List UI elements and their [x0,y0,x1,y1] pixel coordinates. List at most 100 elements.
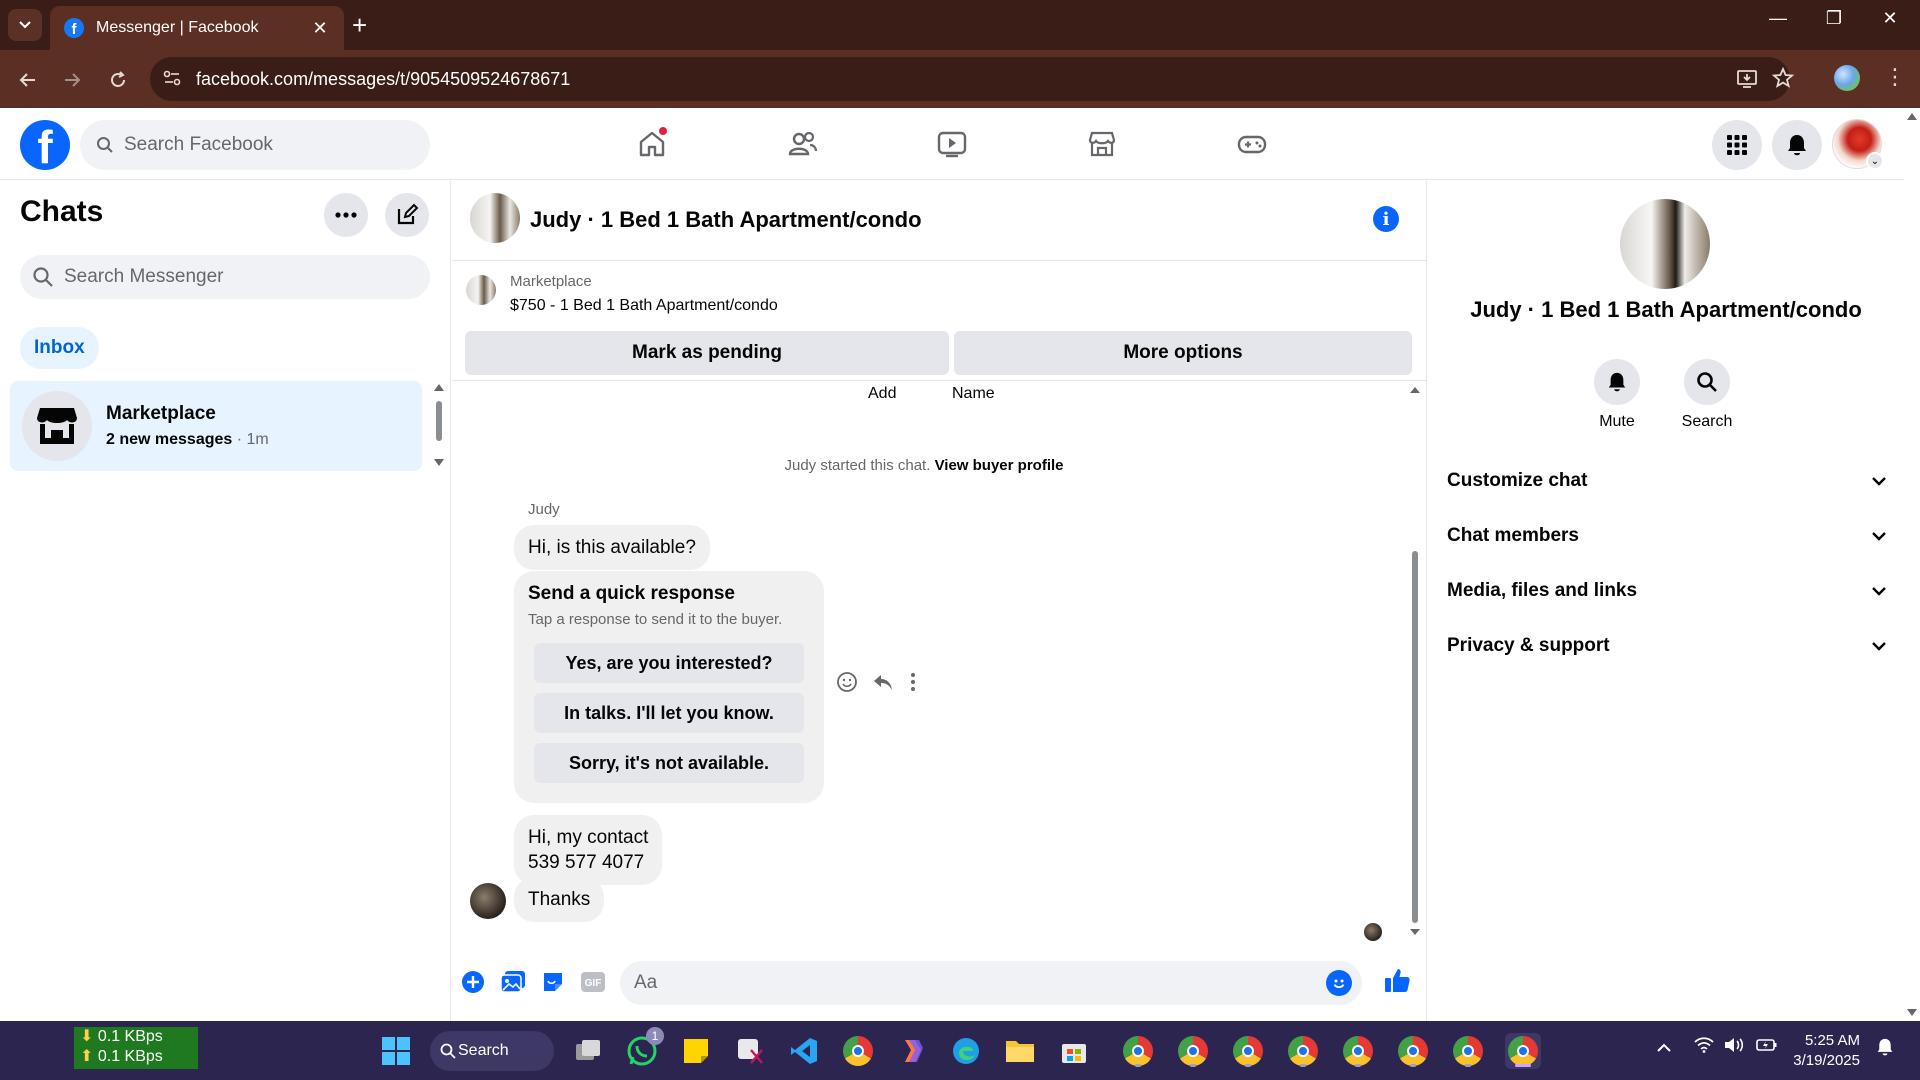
file-explorer-icon[interactable] [1002,1033,1038,1069]
chrome-window-icon[interactable] [1395,1033,1431,1069]
browser-menu-icon[interactable]: ⋮ [1884,64,1906,90]
facebook-logo-icon[interactable]: f [20,120,70,170]
thread-scrollbar[interactable] [1408,381,1422,941]
marketplace-listing-bar: Marketplace $750 - 1 Bed 1 Bath Apartmen… [452,261,1426,381]
nav-gaming[interactable] [1232,124,1272,164]
quick-response-in-talks-button[interactable]: In talks. I'll let you know. [534,693,804,733]
notifications-button[interactable] [1772,120,1822,170]
search-in-chat-button[interactable]: Search [1667,359,1747,431]
page-scrollbar[interactable] [1904,108,1920,1021]
message-bubble[interactable]: Hi, is this available? [514,525,710,570]
mark-as-pending-button[interactable]: Mark as pending [465,331,949,375]
conversation-panel: Judy · 1 Bed 1 Bath Apartment/condo i Ma… [452,181,1426,1021]
task-view-icon[interactable] [570,1033,606,1069]
forward-button[interactable] [56,64,88,96]
sticky-notes-icon[interactable] [678,1033,714,1069]
more-vertical-icon[interactable] [908,671,918,693]
browser-tab-messenger[interactable]: f Messenger | Facebook ✕ [50,6,344,50]
chrome-icon[interactable] [840,1033,876,1069]
whatsapp-icon[interactable]: 1 [624,1027,664,1069]
chrome-window-icon[interactable] [1230,1033,1266,1069]
snipping-tool-icon[interactable] [732,1033,768,1069]
emoji-icon[interactable] [1326,970,1352,996]
conversation-title[interactable]: Judy · 1 Bed 1 Bath Apartment/condo [530,207,922,233]
sticker-button[interactable] [540,969,566,995]
chrome-window-icon[interactable] [1340,1033,1376,1069]
running-indicator [1355,1064,1361,1067]
chrome-active-window-icon[interactable] [1505,1033,1541,1069]
info-icon[interactable]: i [1373,206,1399,232]
quick-response-subtitle: Tap a response to send it to the buyer. [528,611,783,628]
media-files-links-section[interactable]: Media, files and links [1447,571,1887,611]
facebook-search-input[interactable]: Search Facebook [80,120,430,170]
nav-video[interactable] [932,124,972,164]
message-input-field[interactable] [620,961,1362,1005]
nav-marketplace[interactable] [1082,124,1122,164]
message-input[interactable] [620,961,1300,1005]
install-app-icon[interactable] [1736,67,1758,95]
back-button[interactable] [12,64,44,96]
react-emoji-icon[interactable] [836,671,858,693]
bookmark-star-icon[interactable] [1771,66,1795,95]
chats-options-button[interactable] [324,193,368,237]
chrome-window-icon[interactable] [1175,1033,1211,1069]
show-hidden-icons[interactable] [1656,1037,1672,1058]
customize-chat-section[interactable]: Customize chat [1447,461,1887,501]
browser-profile-avatar[interactable] [1834,65,1860,91]
tab-close-icon[interactable]: ✕ [310,18,330,39]
listing-price-title[interactable]: $750 - 1 Bed 1 Bath Apartment/condo [510,297,778,315]
message-bubble[interactable]: Thanks [514,877,605,922]
chat-started-text: Judy started this chat. [784,457,935,474]
microsoft-store-icon[interactable] [1056,1033,1092,1069]
chrome-window-icon[interactable] [1450,1033,1486,1069]
nav-home[interactable] [632,124,672,164]
reply-icon[interactable] [872,671,894,693]
close-window-button[interactable]: ✕ [1870,8,1910,29]
restore-button[interactable]: ❐ [1814,8,1854,29]
new-message-button[interactable] [385,193,429,237]
more-actions-button[interactable] [460,969,486,995]
listing-thumbnail[interactable] [470,193,520,243]
conversation-item-marketplace[interactable]: Marketplace 2 new messages · 1m [10,381,422,471]
volume-icon[interactable] [1724,1037,1746,1058]
running-indicator [1190,1064,1196,1067]
site-settings-icon[interactable] [162,68,184,90]
view-buyer-profile-link[interactable]: View buyer profile [935,457,1064,474]
start-button[interactable] [378,1033,414,1069]
tab-search-button[interactable] [8,9,42,41]
nav-friends[interactable] [782,124,822,164]
chats-scrollbar[interactable] [433,381,445,471]
copilot-icon[interactable] [894,1033,930,1069]
inbox-filter-tab[interactable]: Inbox [20,327,99,369]
message-bubble[interactable]: Hi, my contact 539 577 4077 [514,815,663,885]
messenger-search-input[interactable]: Search Messenger [20,255,430,299]
taskbar-search[interactable]: Search [430,1031,554,1071]
minimize-button[interactable]: — [1758,8,1798,29]
gif-button[interactable]: GIF [580,969,606,995]
vscode-icon[interactable] [786,1033,822,1069]
chat-members-section[interactable]: Chat members [1447,516,1887,556]
privacy-support-section[interactable]: Privacy & support [1447,626,1887,666]
quick-response-yes-button[interactable]: Yes, are you interested? [534,643,804,683]
quick-response-sorry-button[interactable]: Sorry, it's not available. [534,743,804,783]
chrome-window-icon[interactable] [1285,1033,1321,1069]
more-options-button[interactable]: More options [954,331,1412,375]
battery-icon[interactable] [1756,1037,1778,1058]
wifi-icon[interactable] [1694,1037,1714,1058]
like-send-button[interactable] [1382,965,1412,995]
address-bar[interactable]: facebook.com/messages/t/9054509524678671 [150,57,1795,101]
reload-button[interactable] [102,64,134,96]
new-tab-button[interactable]: + [352,12,367,38]
chevron-down-icon [1872,587,1886,596]
system-clock[interactable]: 5:25 AM 3/19/2025 [1780,1031,1860,1071]
notification-center-icon[interactable] [1876,1037,1894,1062]
edge-icon[interactable] [948,1033,984,1069]
quick-response-card: Send a quick response Tap a response to … [514,571,824,803]
chrome-window-icon[interactable] [1120,1033,1156,1069]
attach-media-button[interactable] [500,969,526,995]
menu-button[interactable] [1712,120,1762,170]
sender-avatar[interactable] [470,883,506,919]
account-chevron-icon[interactable]: ⌄ [1866,152,1884,170]
mute-button[interactable]: Mute [1577,359,1657,431]
running-indicator [1135,1064,1141,1067]
